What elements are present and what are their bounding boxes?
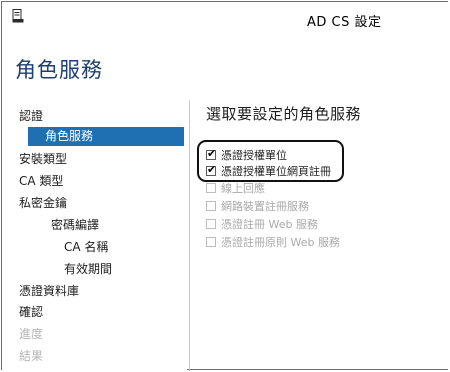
server-manager-icon xyxy=(12,9,24,23)
checkbox-unchecked xyxy=(206,237,216,247)
option-enrollment-policy-web-service: 憑證註冊原則 Web 服務 xyxy=(206,235,340,250)
nav-item-certificate-database[interactable]: 憑證資料庫 xyxy=(19,282,79,301)
nav-item-role-services[interactable]: 角色服務 xyxy=(28,127,184,146)
title-bar: AD CS 設定 xyxy=(2,2,448,36)
nav-item-validity-period[interactable]: 有效期間 xyxy=(64,260,112,279)
option-network-device-enrollment: 網路裝置註冊服務 xyxy=(206,199,309,214)
nav-item-cryptography[interactable]: 密碼編譯 xyxy=(51,216,99,235)
window-title: AD CS 設定 xyxy=(307,15,382,30)
checkbox-unchecked xyxy=(206,219,216,229)
annotation-highlight-oval xyxy=(197,140,344,182)
option-enrollment-web-service: 憑證註冊 Web 服務 xyxy=(206,217,318,232)
nav-item-credentials[interactable]: 認證 xyxy=(19,107,43,126)
wizard-navigation: 認證 角色服務 安裝類型 CA 類型 私密金鑰 密碼編譯 CA 名稱 有效期間 … xyxy=(2,98,187,371)
option-label: 憑證註冊原則 Web 服務 xyxy=(221,236,340,249)
nav-item-private-key[interactable]: 私密金鑰 xyxy=(19,194,67,213)
nav-item-confirmation[interactable]: 確認 xyxy=(19,303,43,322)
option-online-responder: 線上回應 xyxy=(206,181,265,196)
nav-item-ca-type[interactable]: CA 類型 xyxy=(19,172,63,191)
option-label: 線上回應 xyxy=(221,182,265,195)
dialog-window: AD CS 設定 角色服務 認證 角色服務 安裝類型 CA 類型 私密金鑰 密碼… xyxy=(1,1,448,371)
section-heading: 選取要設定的角色服務 xyxy=(206,105,362,123)
content-area: 認證 角色服務 安裝類型 CA 類型 私密金鑰 密碼編譯 CA 名稱 有效期間 … xyxy=(2,98,448,371)
nav-item-setup-type[interactable]: 安裝類型 xyxy=(19,150,67,169)
page-header: 角色服務 xyxy=(2,36,448,98)
option-label: 網路裝置註冊服務 xyxy=(221,200,309,213)
option-label: 憑證註冊 Web 服務 xyxy=(221,218,318,231)
checkbox-unchecked xyxy=(206,183,216,193)
nav-item-ca-name[interactable]: CA 名稱 xyxy=(64,238,108,257)
page-title: 角色服務 xyxy=(15,58,103,82)
nav-item-progress: 進度 xyxy=(19,327,44,341)
role-services-panel: 選取要設定的角色服務 ✔ 憑證授權單位 ✔ 憑證授權單位網頁註冊 線上回應 網路裝置… xyxy=(190,98,448,371)
nav-item-results: 結果 xyxy=(19,349,44,363)
checkbox-unchecked xyxy=(206,201,216,211)
